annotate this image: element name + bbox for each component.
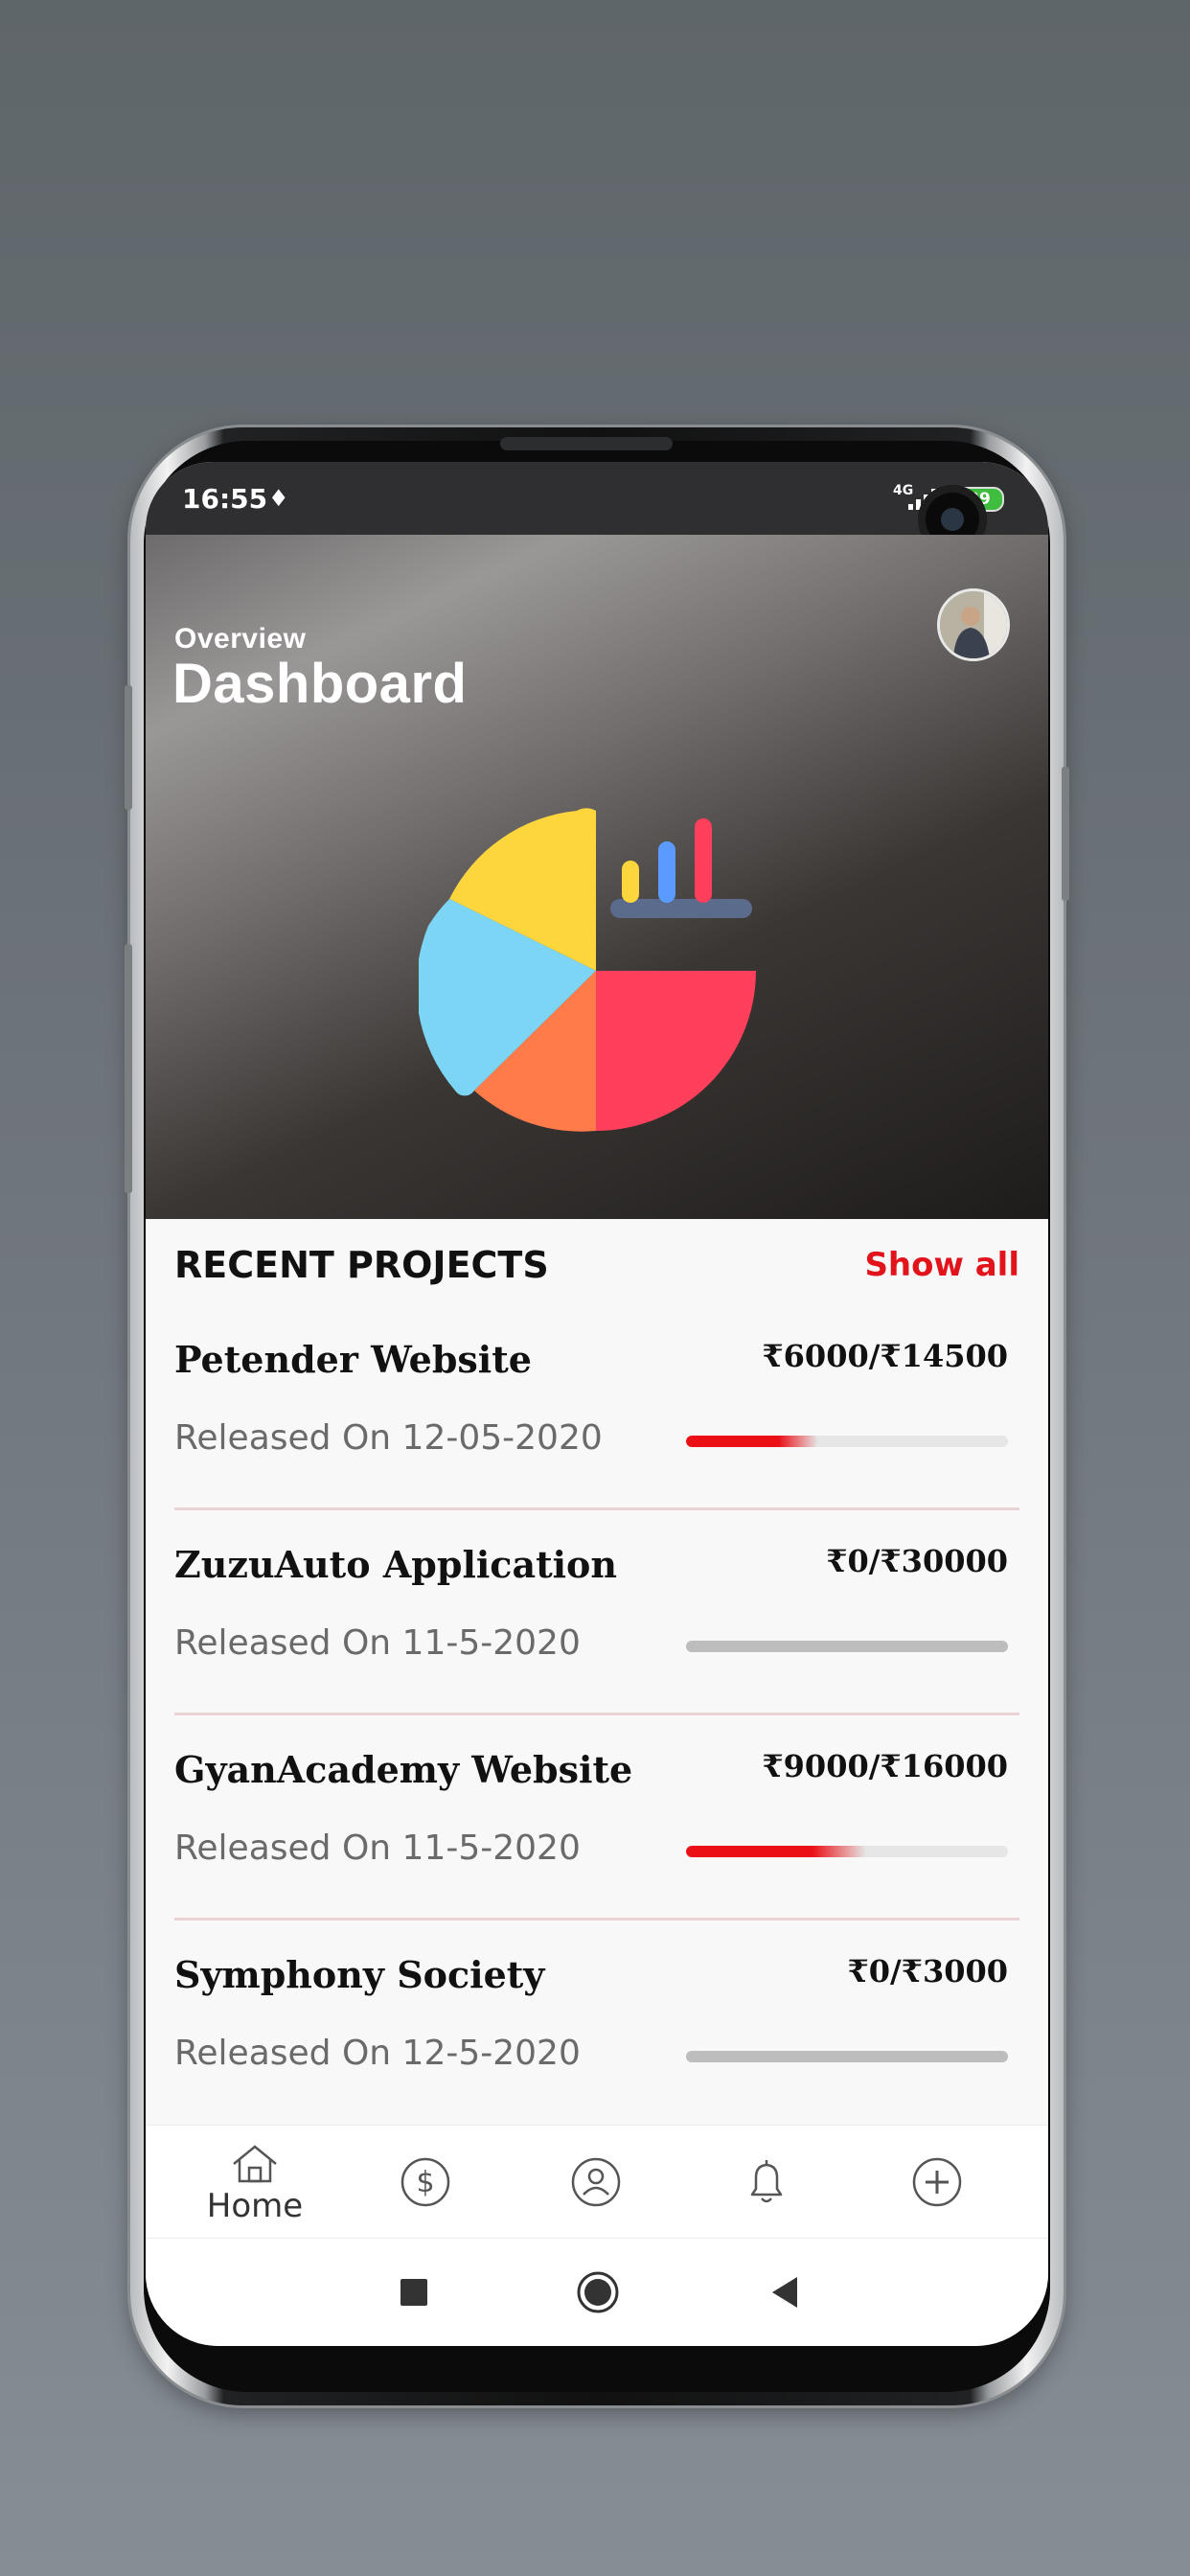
list-item[interactable]: GyanAcademy Website ₹9000/₹16000 Release… [174,1715,1019,1920]
pie-chart-illustration [419,808,756,1132]
show-all-link[interactable]: Show all [864,1246,1019,1284]
dashboard-hero: Overview Dashboard [146,535,1048,1219]
profile-photo-icon [940,591,1007,658]
tab-profile[interactable] [529,2126,663,2239]
tab-home-label: Home [206,2187,304,2225]
system-nav-bar [146,2238,1048,2346]
section-title-recent-projects: RECENT PROJECTS [174,1244,549,1286]
tab-home[interactable]: Home [188,2126,322,2239]
page-title: Dashboard [172,653,468,715]
project-amount: ₹0/₹30000 [826,1543,1008,1579]
sim-icon: ♦ [268,485,289,512]
earpiece-speaker [500,437,673,450]
project-list[interactable]: Petender Website ₹6000/₹14500 Released O… [174,1305,1019,2097]
progress-fill [686,1846,867,1857]
project-progress-bar [686,1846,1008,1857]
project-progress-bar [686,1641,1008,1652]
bell-icon [750,2160,783,2203]
project-amount: ₹0/₹3000 [847,1953,1008,1990]
volume-up-button [125,685,132,810]
project-amount: ₹9000/₹16000 [762,1748,1008,1784]
plus-circle-icon [912,2157,962,2207]
user-icon [571,2157,621,2207]
tab-add[interactable] [870,2126,1004,2239]
power-button [1062,767,1069,901]
project-name: Symphony Society [174,1953,545,1996]
back-icon[interactable] [759,2266,812,2319]
project-progress-bar [686,2051,1008,2062]
dollar-icon: $ [400,2157,450,2207]
list-item[interactable]: ZuzuAuto Application ₹0/₹30000 Released … [174,1510,1019,1715]
svg-text:$: $ [416,2166,434,2199]
avatar[interactable] [937,588,1010,661]
project-name: Petender Website [174,1338,532,1381]
project-release-date: Released On 12-05-2020 [174,1418,603,1458]
project-release-date: Released On 12-5-2020 [174,2034,581,2073]
list-item[interactable]: Symphony Society ₹0/₹3000 Released On 12… [174,1920,1019,2097]
tab-notifications[interactable] [699,2126,834,2239]
page-subtitle: Overview [174,623,307,655]
recents-icon[interactable] [387,2266,441,2319]
progress-fill [686,1436,818,1447]
project-release-date: Released On 11-5-2020 [174,1623,581,1663]
app-screen: 16:55 ♦ 4G 39 Overview Dashboard [146,462,1048,2346]
bottom-tab-bar: Home $ [146,2125,1048,2239]
project-progress-bar [686,1436,1008,1447]
home-circle-icon[interactable] [571,2266,625,2319]
status-time: 16:55 [182,483,268,515]
bixby-button [125,1069,132,1193]
home-icon [233,2145,277,2183]
project-release-date: Released On 11-5-2020 [174,1828,581,1868]
tab-payments[interactable]: $ [358,2126,492,2239]
list-item[interactable]: Petender Website ₹6000/₹14500 Released O… [174,1305,1019,1510]
status-bar: 16:55 ♦ 4G 39 [146,462,1048,554]
project-amount: ₹6000/₹14500 [762,1338,1008,1374]
project-name: GyanAcademy Website [174,1748,633,1791]
project-name: ZuzuAuto Application [174,1543,618,1586]
